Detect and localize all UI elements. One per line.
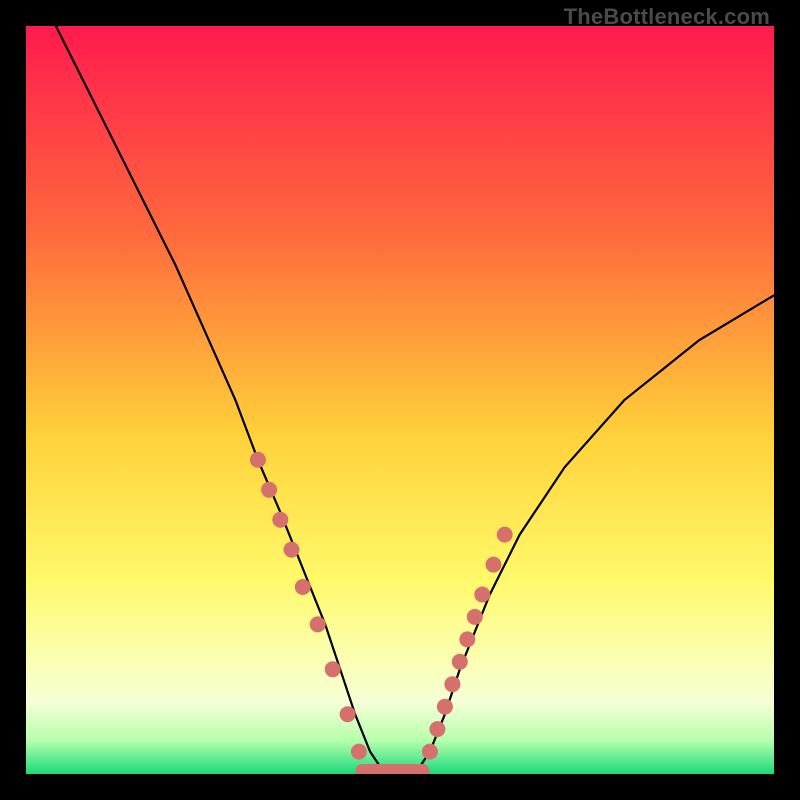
data-marker	[351, 744, 367, 760]
data-marker	[250, 452, 266, 468]
data-marker	[340, 706, 356, 722]
data-marker	[422, 744, 438, 760]
data-marker	[325, 661, 341, 677]
data-marker	[284, 542, 300, 558]
data-marker	[429, 721, 445, 737]
marker-group-right	[422, 527, 513, 760]
data-marker	[261, 482, 277, 498]
data-marker	[474, 587, 490, 603]
chart-frame: TheBottleneck.com	[0, 0, 800, 800]
marker-group-left	[250, 452, 367, 760]
data-marker	[444, 676, 460, 692]
data-marker	[486, 557, 502, 573]
bottleneck-curve	[56, 26, 774, 774]
data-marker	[295, 579, 311, 595]
curve-layer	[26, 26, 774, 774]
data-marker	[497, 527, 513, 543]
data-marker	[459, 631, 475, 647]
data-marker	[310, 616, 326, 632]
data-marker	[467, 609, 483, 625]
data-marker	[452, 654, 468, 670]
data-marker	[272, 512, 288, 528]
watermark-text: TheBottleneck.com	[564, 4, 770, 30]
data-marker	[437, 699, 453, 715]
plot-area	[26, 26, 774, 774]
